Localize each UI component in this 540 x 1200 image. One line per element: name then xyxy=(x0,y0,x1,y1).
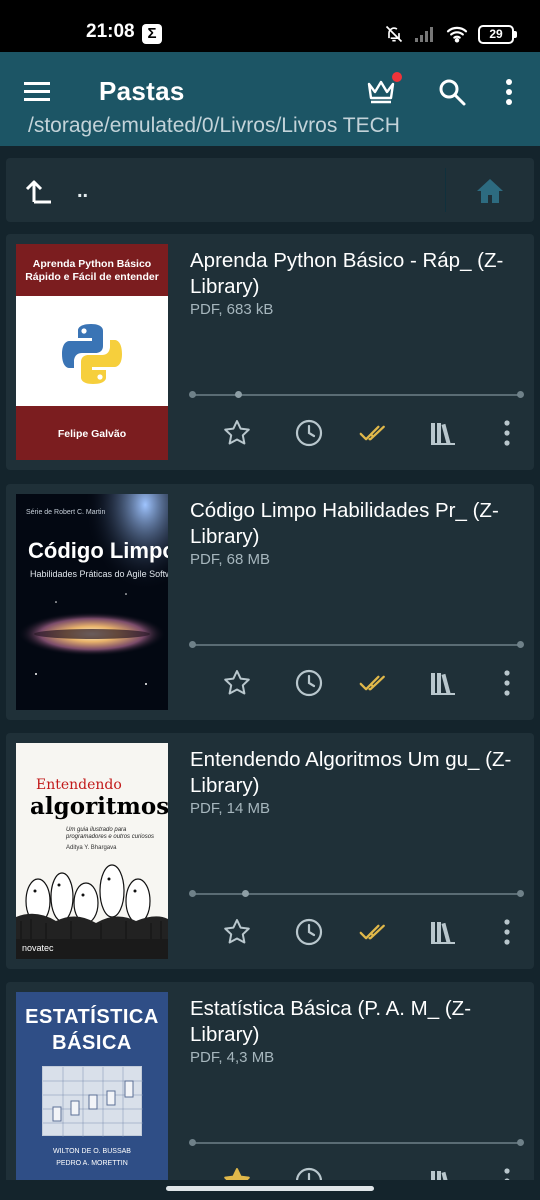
history-icon[interactable] xyxy=(294,418,324,448)
book-card[interactable]: Aprenda Python Básico Rápido e Fácil de … xyxy=(6,234,534,470)
battery-icon: 29 xyxy=(478,24,517,44)
python-logo-icon xyxy=(62,324,122,384)
library-icon[interactable] xyxy=(428,668,458,698)
arrow-up-icon[interactable] xyxy=(24,176,54,206)
progress-start xyxy=(189,641,196,648)
star-icon[interactable] xyxy=(222,418,252,448)
cover-header: Aprenda Python Básico Rápido e Fácil de … xyxy=(16,244,168,296)
progress-thumb xyxy=(241,890,249,897)
progress-end xyxy=(517,641,524,648)
progress-start xyxy=(189,890,196,897)
book-meta: PDF, 683 kB xyxy=(190,301,274,318)
signal-icon xyxy=(415,27,433,42)
star-icon[interactable] xyxy=(222,668,252,698)
book-cover[interactable]: Série de Robert C. Martin Código Limpo H… xyxy=(16,494,168,710)
progress-end xyxy=(517,391,524,398)
book-cover[interactable]: Aprenda Python Básico Rápido e Fácil de … xyxy=(16,244,168,460)
book-card[interactable]: Série de Robert C. Martin Código Limpo H… xyxy=(6,484,534,720)
divider xyxy=(445,168,446,212)
more-vert-icon[interactable] xyxy=(496,76,522,108)
cover-subtitle: Habilidades Práticas do Agile Software xyxy=(30,569,168,579)
reading-progress xyxy=(192,644,522,646)
progress-start xyxy=(189,1139,196,1146)
book-actions xyxy=(222,668,522,700)
cover-title-line: Entendendo xyxy=(36,777,122,793)
cover-title: Código Limpo xyxy=(28,538,168,563)
bell-off-icon xyxy=(385,25,403,43)
star-icon[interactable] xyxy=(222,917,252,947)
gesture-bar[interactable] xyxy=(166,1186,374,1191)
page-title: Pastas xyxy=(99,76,185,106)
cover-author: PEDRO A. MORETTIN xyxy=(56,1160,128,1167)
book-title[interactable]: Aprenda Python Básico - Ráp_ (Z-Library) xyxy=(190,248,530,300)
search-icon[interactable] xyxy=(436,76,468,108)
book-meta: PDF, 14 MB xyxy=(190,800,271,817)
progress-thumb xyxy=(235,391,243,398)
book-actions xyxy=(222,418,522,450)
more-vert-icon[interactable] xyxy=(492,668,522,698)
cover-author: Felipe Galvão xyxy=(16,406,168,460)
cover-title-line: ESTATÍSTICA xyxy=(25,1006,159,1028)
parent-folder-row[interactable]: .. xyxy=(6,158,534,222)
cover-chart-illustration xyxy=(42,1066,143,1137)
app-bar: Pastas /storage/emulated/0/Livros/Livros… xyxy=(0,52,540,146)
history-icon[interactable] xyxy=(294,668,324,698)
done-all-icon[interactable] xyxy=(359,668,389,698)
parent-folder-label: .. xyxy=(77,180,89,202)
cover-publisher: novatec xyxy=(16,939,168,959)
done-all-icon[interactable] xyxy=(359,418,389,448)
cover-author: WILTON DE O. BUSSAB xyxy=(53,1148,131,1155)
menu-icon[interactable] xyxy=(22,76,54,108)
status-icons: 29 xyxy=(384,22,517,46)
galaxy-illustration xyxy=(16,494,168,710)
cover-subtitle: Um guia ilustrado para programadores e o… xyxy=(66,827,155,840)
book-cover[interactable]: ESTATÍSTICA BÁSICA WILTON DE O. BUSSAB P… xyxy=(16,992,168,1200)
home-icon[interactable] xyxy=(474,176,506,206)
book-meta: PDF, 68 MB xyxy=(190,551,271,568)
history-icon[interactable] xyxy=(294,917,324,947)
library-icon[interactable] xyxy=(428,418,458,448)
book-actions xyxy=(222,917,522,949)
cover-series: Série de Robert C. Martin xyxy=(26,509,106,516)
book-title[interactable]: Código Limpo Habilidades Pr_ (Z-Library) xyxy=(190,498,530,550)
book-title[interactable]: Estatística Básica (P. A. M_ (Z-Library) xyxy=(190,996,530,1048)
reading-progress xyxy=(192,1142,522,1144)
book-card[interactable]: Entendendo algoritmos Um guia ilustrado … xyxy=(6,733,534,969)
progress-start xyxy=(189,391,196,398)
cover-subtitle-line: Rápido e Fácil de entender xyxy=(25,271,159,283)
cover-title: BÁSICA xyxy=(52,1032,132,1054)
more-vert-icon[interactable] xyxy=(492,418,522,448)
status-time: 21:08 xyxy=(86,21,135,42)
more-vert-icon[interactable] xyxy=(492,917,522,947)
notification-dot xyxy=(392,72,402,82)
cover-title-line: Aprenda Python Básico xyxy=(32,258,152,270)
book-title[interactable]: Entendendo Algoritmos Um gu_ (Z-Library) xyxy=(190,747,530,799)
progress-end xyxy=(517,1139,524,1146)
breadcrumb[interactable]: /storage/emulated/0/Livros/Livros TECH xyxy=(28,114,400,138)
book-meta: PDF, 4,3 MB xyxy=(190,1049,275,1066)
wifi-icon xyxy=(446,26,468,43)
progress-end xyxy=(517,890,524,897)
status-bar: 21:08 Σ 29 xyxy=(0,0,540,52)
boxplot-illustration xyxy=(43,1067,143,1137)
sigma-icon: Σ xyxy=(142,24,162,44)
animals-illustration xyxy=(16,864,168,939)
book-card[interactable]: ESTATÍSTICA BÁSICA WILTON DE O. BUSSAB P… xyxy=(6,982,534,1200)
book-cover[interactable]: Entendendo algoritmos Um guia ilustrado … xyxy=(16,743,168,959)
cover-title: algoritmos xyxy=(30,793,168,820)
done-all-icon[interactable] xyxy=(359,917,389,947)
library-icon[interactable] xyxy=(428,917,458,947)
